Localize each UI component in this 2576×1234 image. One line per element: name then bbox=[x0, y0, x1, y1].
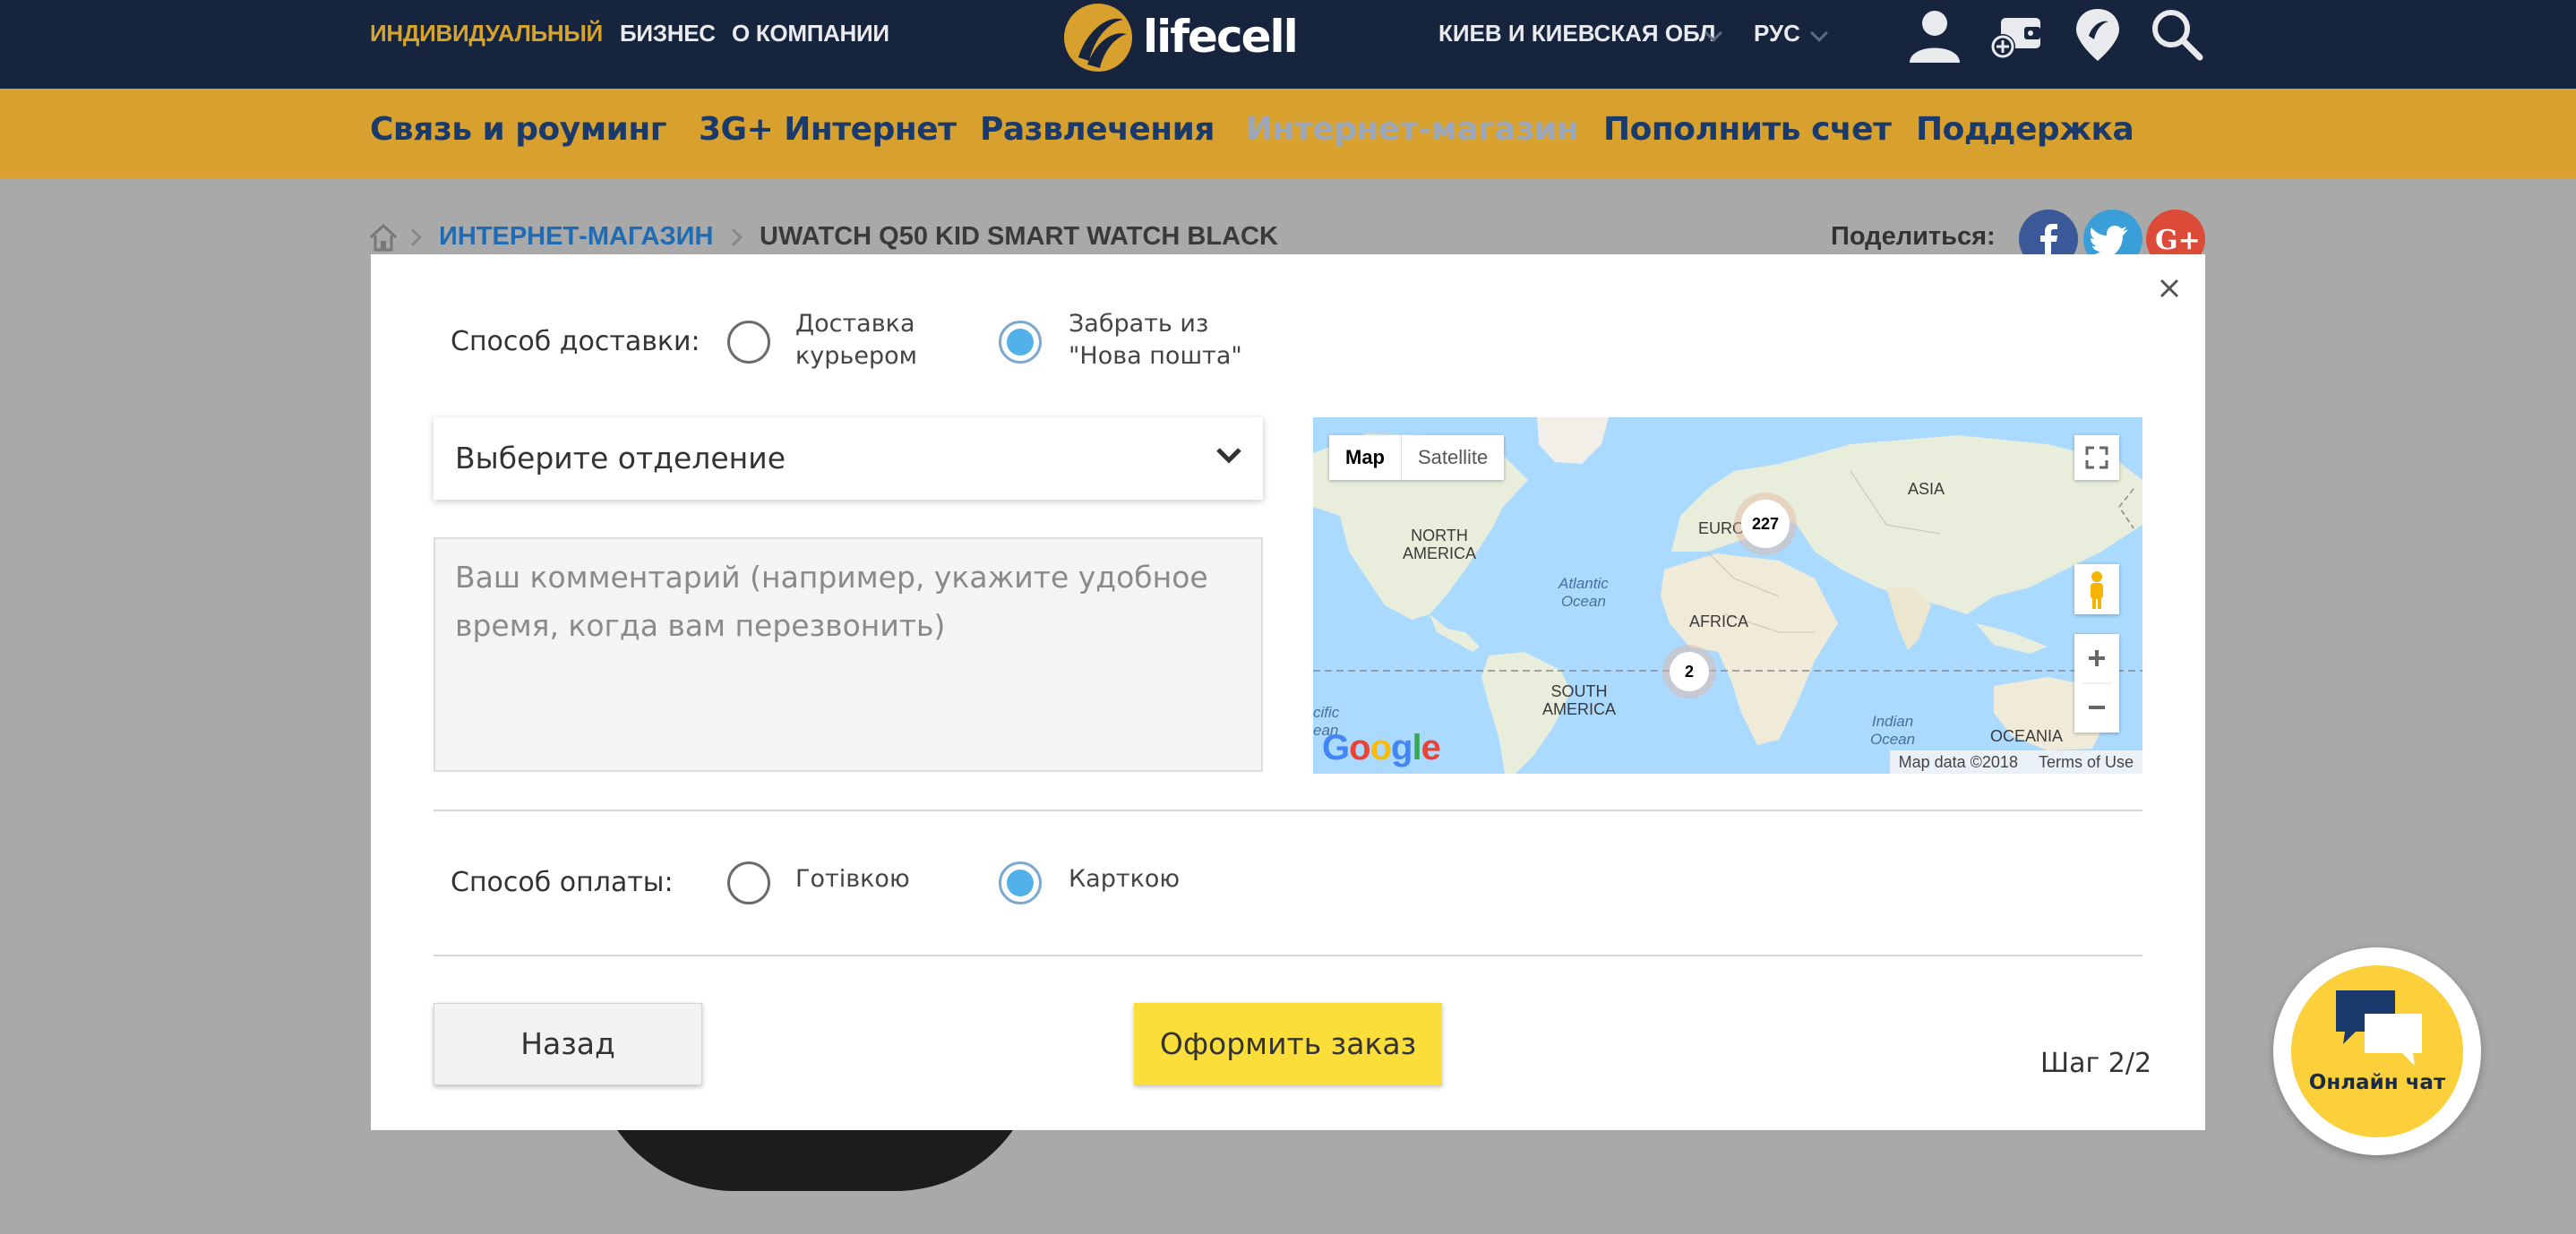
search-icon[interactable] bbox=[2148, 5, 2205, 63]
top-nav-business[interactable]: БИЗНЕС bbox=[620, 20, 716, 47]
close-icon[interactable] bbox=[2153, 272, 2185, 304]
zoom-out-icon[interactable] bbox=[2089, 706, 2105, 709]
main-menu: Связь и роуминг 3G+ Интернет Развлечения… bbox=[0, 89, 2576, 178]
street-view-pegman[interactable] bbox=[2074, 564, 2119, 614]
map-label-europe: EURO bbox=[1698, 519, 1746, 537]
user-icon[interactable] bbox=[1906, 5, 1963, 63]
delivery-pickup-radio[interactable] bbox=[999, 321, 1042, 364]
online-chat-label: Онлайн чат bbox=[2308, 1071, 2446, 1094]
section-divider bbox=[434, 810, 2142, 811]
place-order-button[interactable]: Оформить заказ bbox=[1134, 1003, 1442, 1085]
delivery-method-label: Способ доставки: bbox=[451, 326, 700, 357]
menu-item-support[interactable]: Поддержка bbox=[1916, 111, 2134, 148]
menu-item-topup[interactable]: Пополнить счет bbox=[1603, 111, 1892, 148]
map-label-asia: ASIA bbox=[1908, 480, 1945, 498]
map-label-atlantic: Atlantic Ocean bbox=[1558, 575, 1609, 610]
breadcrumb-shop-link[interactable]: ИНТЕРНЕТ-МАГАЗИН bbox=[439, 222, 713, 252]
top-nav-about[interactable]: О КОМПАНИИ bbox=[732, 20, 889, 47]
menu-item-shop[interactable]: Интернет-магазин bbox=[1246, 111, 1578, 148]
google-letter: l bbox=[1412, 728, 1421, 767]
map-type-map-button[interactable]: Map bbox=[1329, 435, 1401, 480]
google-letter: G bbox=[1322, 728, 1350, 767]
comment-field[interactable] bbox=[434, 537, 1263, 772]
map-label-south-america: SOUTH AMERICA bbox=[1542, 682, 1617, 718]
home-icon[interactable] bbox=[367, 222, 399, 253]
breadcrumb-separator-icon bbox=[725, 228, 743, 246]
branch-select-value: Выберите отделение bbox=[455, 441, 786, 476]
payment-cash-label[interactable]: Готівкою bbox=[795, 863, 910, 896]
map-cluster-marker[interactable]: 2 bbox=[1670, 652, 1709, 691]
map-label-indian: Indian Ocean bbox=[1870, 713, 1916, 748]
back-button[interactable]: Назад bbox=[434, 1003, 702, 1085]
chevron-down-icon bbox=[1216, 448, 1241, 464]
wallet-add-icon[interactable] bbox=[1988, 5, 2046, 63]
breadcrumb-separator-icon bbox=[404, 228, 422, 246]
zoom-in-icon[interactable] bbox=[2074, 634, 2119, 733]
location-pin-icon[interactable] bbox=[2069, 5, 2126, 63]
delivery-courier-label[interactable]: Доставка курьером bbox=[795, 308, 917, 373]
delivery-pickup-label[interactable]: Забрать из "Нова пошта" bbox=[1069, 308, 1242, 373]
breadcrumb-current: UWATCH Q50 KID SMART WATCH BLACK bbox=[760, 222, 1278, 251]
pegman-icon bbox=[2091, 571, 2103, 609]
map-label-oceania: OCEANIA bbox=[1990, 727, 2064, 745]
zoom-control bbox=[2074, 634, 2119, 733]
fullscreen-button[interactable] bbox=[2074, 435, 2119, 480]
map-cluster-marker[interactable]: 227 bbox=[1741, 500, 1790, 548]
svg-text:G+: G+ bbox=[2155, 225, 2201, 256]
chat-bubbles-icon bbox=[2336, 990, 2422, 1066]
map-attribution: Map data ©2018 Terms of Use bbox=[1889, 750, 2142, 774]
section-divider bbox=[434, 955, 2142, 956]
language-selector[interactable]: РУС bbox=[1754, 20, 1800, 47]
online-chat-badge: Онлайн чат bbox=[2291, 965, 2463, 1137]
fullscreen-icon bbox=[2085, 446, 2108, 469]
menu-item-internet[interactable]: 3G+ Интернет bbox=[699, 111, 957, 148]
branch-select[interactable]: Выберите отделение bbox=[434, 417, 1263, 500]
map-label-africa: AFRICA bbox=[1689, 613, 1749, 630]
payment-cash-radio[interactable] bbox=[727, 861, 770, 904]
top-nav-individual[interactable]: ИНДИВИДУАЛЬНЫЙ bbox=[370, 20, 603, 47]
map-type-satellite-button[interactable]: Satellite bbox=[1401, 435, 1504, 480]
google-letter: o bbox=[1370, 728, 1392, 767]
delivery-courier-radio[interactable] bbox=[727, 321, 770, 364]
google-letter: g bbox=[1391, 728, 1413, 767]
map-data-text: Map data ©2018 bbox=[1898, 753, 2018, 771]
online-chat-button[interactable]: Онлайн чат bbox=[2273, 947, 2481, 1155]
google-letter: o bbox=[1349, 728, 1370, 767]
google-letter: e bbox=[1421, 728, 1441, 767]
menu-item-connection[interactable]: Связь и роуминг bbox=[370, 111, 667, 148]
map-type-control: Map Satellite bbox=[1329, 435, 1505, 480]
branch-map[interactable]: Map Satellite NORTH AMERICA EURO ASIA Atla… bbox=[1313, 417, 2142, 774]
region-selector[interactable]: КИЕВ И КИЕВСКАЯ ОБЛ bbox=[1438, 20, 1715, 47]
map-label-north-america: NORTH AMERICA bbox=[1403, 527, 1477, 562]
terms-of-use-link[interactable]: Terms of Use bbox=[2039, 753, 2134, 771]
payment-card-radio[interactable] bbox=[999, 861, 1042, 904]
menu-item-entertainment[interactable]: Развлечения bbox=[980, 111, 1215, 148]
payment-card-label[interactable]: Карткою bbox=[1069, 863, 1180, 896]
share-label: Поделиться: bbox=[1831, 222, 1996, 251]
google-logo: Google bbox=[1322, 728, 1441, 768]
logo-wordmark: lifecell bbox=[1143, 11, 1299, 63]
payment-method-label: Способ оплаты: bbox=[451, 867, 674, 898]
step-indicator: Шаг 2/2 bbox=[2040, 1048, 2152, 1079]
